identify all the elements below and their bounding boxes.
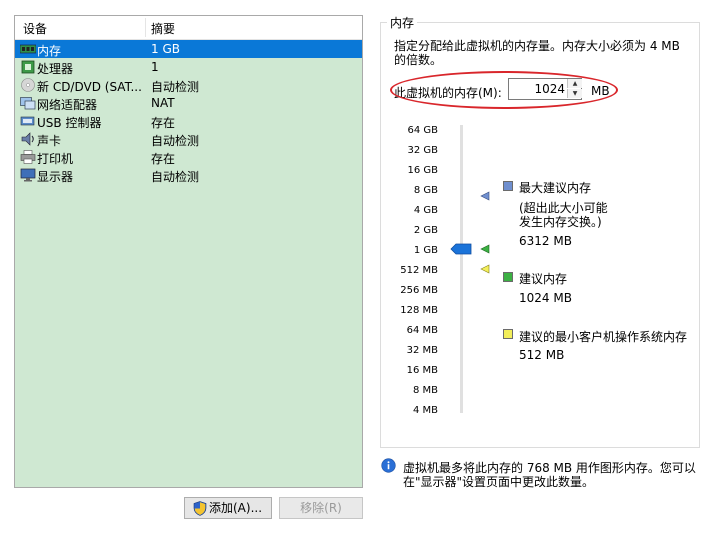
usb-icon — [20, 116, 35, 126]
tick-label: 128 MB — [400, 305, 438, 316]
recommended-title: 建议内存 — [519, 272, 568, 286]
remove-device-button-label: 移除(R) — [300, 501, 342, 515]
column-divider[interactable] — [145, 18, 146, 37]
device-summary: 存在 — [151, 116, 176, 130]
device-name: 内存 — [37, 44, 62, 58]
tick-label: 16 GB — [407, 165, 438, 176]
device-row-memory[interactable]: 内存 1 GB — [15, 40, 362, 58]
column-header-device[interactable]: 设备 — [23, 20, 47, 37]
column-header-summary[interactable]: 摘要 — [151, 20, 175, 37]
device-summary: NAT — [151, 96, 175, 110]
device-row-usb-controller[interactable]: USB 控制器 存在 — [15, 112, 362, 130]
memory-slider-track[interactable] — [460, 125, 463, 413]
add-device-button-label: 添加(A)... — [209, 501, 263, 515]
tick-label: 32 MB — [406, 345, 438, 356]
device-name: 声卡 — [37, 134, 62, 148]
processor-icon — [21, 60, 35, 74]
max-recommended-legend-icon — [503, 181, 513, 191]
device-name: USB 控制器 — [37, 116, 102, 130]
uac-shield-icon — [193, 501, 207, 516]
graphics-memory-info-line2: 在"显示器"设置页面中更改此数量。 — [403, 475, 595, 489]
device-name: 网络适配器 — [37, 98, 98, 112]
device-name: 处理器 — [37, 62, 74, 76]
device-summary: 1 GB — [151, 42, 180, 56]
tick-label: 4 MB — [412, 405, 438, 416]
display-icon — [20, 168, 36, 182]
device-row-sound-card[interactable]: 声卡 自动检测 — [15, 130, 362, 148]
remove-device-button[interactable]: 移除(R) — [279, 497, 363, 519]
network-adapter-icon — [20, 97, 36, 110]
tick-label: 512 MB — [400, 265, 438, 276]
tick-label: 2 GB — [413, 225, 438, 236]
memory-icon — [20, 44, 36, 54]
tick-label: 8 MB — [412, 385, 438, 396]
max-recommended-title: 最大建议内存 — [519, 181, 592, 195]
tick-label: 64 MB — [406, 325, 438, 336]
tick-label: 4 GB — [413, 205, 438, 216]
add-device-button[interactable]: 添加(A)... — [184, 497, 272, 519]
memory-group-title: 内存 — [387, 14, 418, 31]
sound-card-icon — [21, 132, 34, 146]
tick-label: 8 GB — [413, 185, 438, 196]
min-os-marker-icon — [480, 264, 490, 274]
tick-label: 64 GB — [407, 125, 438, 136]
info-icon — [381, 458, 396, 473]
highlight-ellipse — [390, 71, 618, 109]
device-summary: 存在 — [151, 152, 176, 166]
device-row-processor[interactable]: 处理器 1 — [15, 58, 362, 76]
recommended-marker-icon — [480, 244, 490, 254]
device-row-network-adapter[interactable]: 网络适配器 NAT — [15, 94, 362, 112]
device-row-cd-dvd[interactable]: 新 CD/DVD (SAT... 自动检测 — [15, 76, 362, 94]
recommended-value: 1024 MB — [519, 291, 572, 305]
device-row-printer[interactable]: 打印机 存在 — [15, 148, 362, 166]
tick-label: 256 MB — [400, 285, 438, 296]
tick-label: 1 GB — [413, 245, 438, 256]
memory-description-line2: 的倍数。 — [394, 53, 443, 67]
min-os-legend-icon — [503, 329, 513, 339]
max-recommended-marker-icon — [480, 191, 490, 201]
memory-slider-thumb[interactable] — [450, 240, 474, 258]
device-name: 新 CD/DVD (SAT... — [37, 80, 142, 94]
printer-icon — [20, 150, 36, 164]
min-os-value: 512 MB — [519, 348, 565, 362]
min-os-title: 建议的最小客户机操作系统内存 — [519, 330, 688, 344]
cd-dvd-icon — [21, 78, 35, 92]
device-summary: 自动检测 — [151, 134, 200, 148]
device-summary: 自动检测 — [151, 80, 200, 94]
device-summary: 1 — [151, 60, 159, 74]
device-row-display[interactable]: 显示器 自动检测 — [15, 166, 362, 184]
tick-label: 32 GB — [407, 145, 438, 156]
device-list-header: 设备 摘要 — [15, 16, 362, 40]
device-list[interactable]: 设备 摘要 内存 1 GB 处理器 1 新 CD/DVD (SAT... 自动检… — [14, 15, 363, 488]
device-name: 显示器 — [37, 170, 74, 184]
max-recommended-value: 6312 MB — [519, 234, 572, 248]
max-recommended-note-line2: 发生内存交换。) — [519, 215, 602, 229]
recommended-legend-icon — [503, 272, 513, 282]
device-name: 打印机 — [37, 152, 74, 166]
device-summary: 自动检测 — [151, 170, 200, 184]
tick-label: 16 MB — [406, 365, 438, 376]
